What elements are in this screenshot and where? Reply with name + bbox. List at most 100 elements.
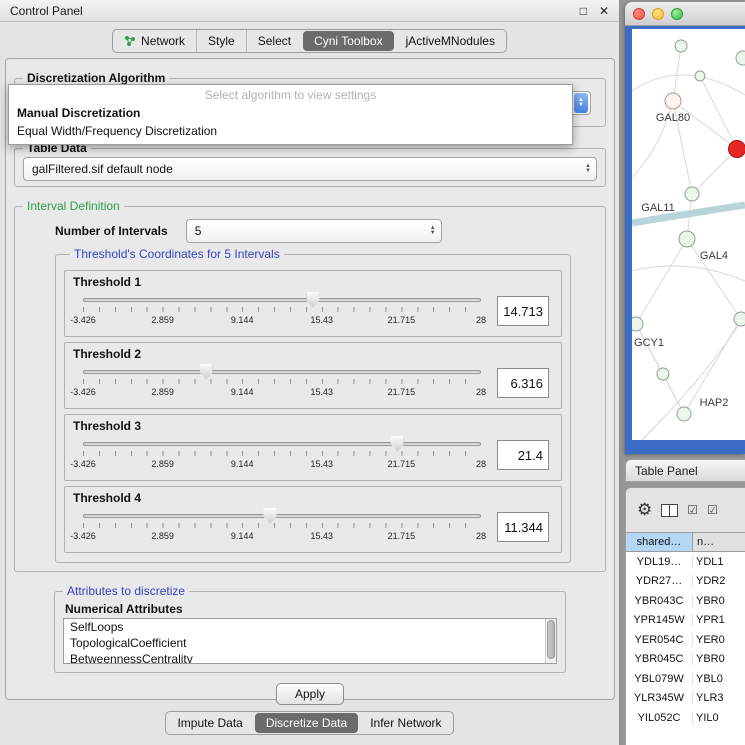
list-item[interactable]: TopologicalCoefficient <box>64 635 556 651</box>
table-row[interactable]: YDR27…YDR2 <box>626 572 745 592</box>
table-row[interactable]: YBR043CYBR0 <box>626 591 745 611</box>
table-panel-title: Table Panel <box>635 464 698 478</box>
dropdown-item-manual-discretization[interactable]: Manual Discretization <box>9 104 572 122</box>
mac-minimize-button[interactable] <box>652 8 664 20</box>
bottom-tabbar: Impute Data Discretize Data Infer Networ… <box>0 711 619 735</box>
number-of-intervals-label: Number of Intervals <box>55 224 168 238</box>
list-scrollbar[interactable] <box>545 619 556 663</box>
dropdown-item-equal-width-frequency[interactable]: Equal Width/Frequency Discretization <box>9 122 572 140</box>
column-header-name[interactable]: n… <box>693 533 745 551</box>
close-icon[interactable]: ✕ <box>599 4 609 18</box>
slider-thumb[interactable] <box>306 292 319 308</box>
dropdown-hint: Select algorithm to view settings <box>9 85 572 104</box>
network-node[interactable] <box>679 231 695 247</box>
float-window-icon[interactable]: □ <box>580 4 587 18</box>
network-node-label: GAL80 <box>656 112 690 124</box>
tab-network[interactable]: Network <box>113 30 196 52</box>
network-canvas[interactable]: GAL80 GAL11 GAL4 GCY1 HAP2 <box>632 29 745 440</box>
table-row[interactable]: YBR045CYBR0 <box>626 650 745 670</box>
network-node[interactable] <box>734 312 745 326</box>
network-view-frame: GAL80 GAL11 GAL4 GCY1 HAP2 <box>625 26 745 454</box>
top-tabbar: Network Style Select Cyni Toolbox jActiv… <box>0 22 619 59</box>
slider-scale: -3.4262.8599.14415.4321.71528 <box>83 531 481 543</box>
slider-thumb[interactable] <box>391 436 404 452</box>
network-node[interactable] <box>685 187 699 201</box>
apply-button[interactable]: Apply <box>276 683 344 705</box>
table-row[interactable]: YDL19…YDL1 <box>626 552 745 572</box>
threshold-4-value-field[interactable] <box>497 512 549 542</box>
tab-select-label: Select <box>258 34 291 48</box>
threshold-4-label: Threshold 4 <box>73 491 553 505</box>
network-node-label: GCY1 <box>634 337 664 349</box>
table-data-selected-value: galFiltered.sif default node <box>32 162 173 176</box>
tab-network-label: Network <box>141 34 185 48</box>
network-node-label: HAP2 <box>700 397 729 409</box>
scrollbar-thumb[interactable] <box>547 620 555 659</box>
threshold-4-slider[interactable]: -3.4262.8599.14415.4321.71528 <box>83 507 481 547</box>
mac-close-button[interactable] <box>633 8 645 20</box>
gear-icon[interactable]: ⚙ <box>637 500 652 520</box>
table-row[interactable]: YLR345WYLR3 <box>626 689 745 709</box>
tab-discretize-data[interactable]: Discretize Data <box>255 713 358 733</box>
tab-style[interactable]: Style <box>196 30 246 52</box>
network-node-selected[interactable] <box>729 141 745 158</box>
threshold-3-slider[interactable]: -3.4262.8599.14415.4321.71528 <box>83 435 481 475</box>
network-node[interactable] <box>695 71 705 81</box>
threshold-1-slider[interactable]: -3.4262.8599.14415.4321.71528 <box>83 291 481 331</box>
table-header-row: shared… n… <box>626 532 745 552</box>
threshold-2-label: Threshold 2 <box>73 347 553 361</box>
slider-track[interactable] <box>83 442 481 446</box>
columns-icon[interactable] <box>661 504 678 517</box>
tab-infer-network-label: Infer Network <box>370 716 441 730</box>
table-panel-window: ⚙ ☑ ☑ shared… n… YDL19…YDL1 YDR27…YDR2 Y… <box>625 487 745 745</box>
combo-arrows-icon[interactable]: ▲▼ <box>425 226 441 236</box>
interval-definition-title: Interval Definition <box>23 199 124 213</box>
threshold-3-value-field[interactable] <box>497 440 549 470</box>
control-panel-titlebar: Control Panel □ ✕ <box>0 0 619 22</box>
table-data-select[interactable]: galFiltered.sif default node ▲▼ <box>23 157 597 181</box>
network-node[interactable] <box>665 93 681 109</box>
threshold-2-value-field[interactable] <box>497 368 549 398</box>
tab-cyni-toolbox[interactable]: Cyni Toolbox <box>303 31 393 51</box>
slider-ticks <box>83 451 481 456</box>
network-node[interactable] <box>632 317 643 331</box>
tab-infer-network[interactable]: Infer Network <box>359 712 452 734</box>
tab-impute-data[interactable]: Impute Data <box>166 712 253 734</box>
bottom-tabgroup: Impute Data Discretize Data Infer Networ… <box>165 711 453 735</box>
slider-ticks <box>83 523 481 528</box>
number-of-intervals-select[interactable]: 5 ▲▼ <box>186 219 442 243</box>
tab-jactivemnodules[interactable]: jActiveMNodules <box>395 30 506 52</box>
table-row[interactable]: YPR145WYPR1 <box>626 611 745 631</box>
tab-select[interactable]: Select <box>246 30 302 52</box>
network-node[interactable] <box>657 368 669 380</box>
table-row[interactable]: YBL079WYBL0 <box>626 669 745 689</box>
threshold-3-label: Threshold 3 <box>73 419 553 433</box>
list-item[interactable]: BetweennessCentrality <box>64 651 556 664</box>
network-node[interactable] <box>675 40 687 52</box>
window-title: Control Panel <box>10 4 568 18</box>
slider-track[interactable] <box>83 514 481 518</box>
checkbox-icon[interactable]: ☑ <box>687 503 698 517</box>
interval-definition-group: Interval Definition Number of Intervals … <box>14 199 606 572</box>
list-item[interactable]: SelfLoops <box>64 619 556 635</box>
table-data-group: Table Data galFiltered.sif default node … <box>14 141 606 187</box>
threshold-2-slider[interactable]: -3.4262.8599.14415.4321.71528 <box>83 363 481 403</box>
threshold-1-value-field[interactable] <box>497 296 549 326</box>
slider-track[interactable] <box>83 370 481 374</box>
slider-thumb[interactable] <box>200 364 213 380</box>
column-header-shared-name[interactable]: shared… <box>626 533 693 551</box>
mac-zoom-button[interactable] <box>671 8 683 20</box>
table-row[interactable]: YER054CYER0 <box>626 630 745 650</box>
checkbox-icon[interactable]: ☑ <box>707 503 718 517</box>
thresholds-group-title: Threshold's Coordinates for 5 Intervals <box>70 247 284 261</box>
tab-impute-data-label: Impute Data <box>177 716 242 730</box>
threshold-1-label: Threshold 1 <box>73 275 553 289</box>
slider-scale: -3.4262.8599.14415.4321.71528 <box>83 315 481 327</box>
slider-thumb[interactable] <box>264 508 277 524</box>
network-node[interactable] <box>736 51 745 65</box>
table-row[interactable]: YIL052CYIL0 <box>626 708 745 728</box>
slider-track[interactable] <box>83 298 481 302</box>
network-node[interactable] <box>677 407 691 421</box>
combo-arrows-icon[interactable]: ▲▼ <box>580 164 596 174</box>
combo-arrows-icon[interactable]: ▲▼ <box>574 93 588 113</box>
